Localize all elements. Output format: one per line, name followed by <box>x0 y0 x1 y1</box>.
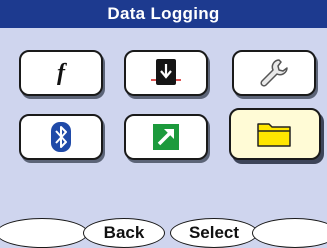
arrow-out-icon <box>153 124 179 150</box>
files-tile[interactable] <box>229 108 321 160</box>
bluetooth-tile[interactable] <box>19 114 103 160</box>
softkey-bar: Back Select <box>0 214 327 248</box>
sensor-probe-tile[interactable] <box>124 50 208 96</box>
back-button[interactable]: Back <box>83 218 165 248</box>
bluetooth-icon <box>51 122 71 152</box>
function-f-icon: f <box>57 59 65 86</box>
folder-icon <box>257 123 291 147</box>
page-title: Data Logging <box>107 4 220 23</box>
select-button[interactable]: Select <box>170 218 258 248</box>
title-bar: Data Logging <box>0 0 327 28</box>
export-tile[interactable] <box>124 114 208 160</box>
softkey-left-blank[interactable] <box>0 218 88 248</box>
settings-tile[interactable] <box>232 50 316 96</box>
wrench-icon <box>260 59 288 87</box>
download-probe-icon <box>151 59 181 85</box>
softkey-right-blank[interactable] <box>252 218 327 248</box>
function-tile[interactable]: f <box>19 50 103 96</box>
